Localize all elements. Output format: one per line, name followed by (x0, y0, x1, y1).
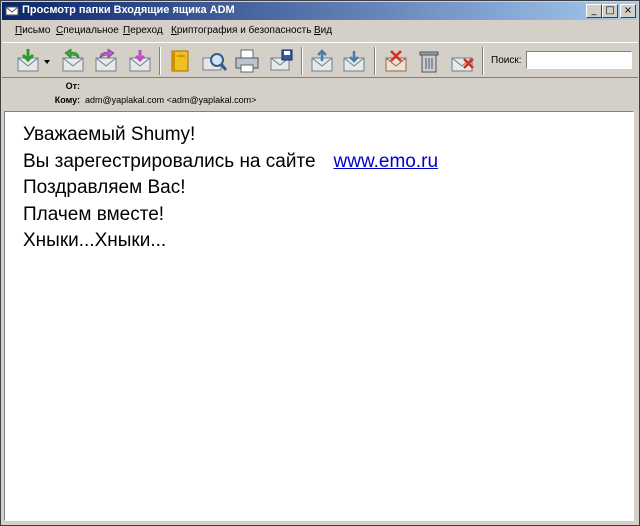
toolbar-separator (482, 47, 484, 75)
dropdown-arrow-icon[interactable] (42, 47, 52, 75)
search-mail-icon[interactable] (200, 47, 228, 75)
envelope-app-icon (5, 4, 19, 18)
not-junk-icon[interactable] (448, 47, 476, 75)
reply-icon[interactable] (59, 47, 87, 75)
print-icon[interactable] (233, 47, 261, 75)
get-mail-icon[interactable] (14, 47, 42, 75)
mark-junk-icon[interactable] (382, 47, 410, 75)
next-message-icon[interactable] (340, 47, 368, 75)
message-headers: От: Кому: adm@yaplakal.com <adm@yaplakal… (2, 79, 638, 109)
new-message-icon[interactable] (126, 47, 154, 75)
menu-go[interactable]: Переход (123, 25, 163, 36)
menu-letter[interactable]: Письмо (15, 25, 50, 36)
maximize-button[interactable]: □ (602, 4, 618, 18)
from-row: От: (2, 81, 638, 94)
title-bar[interactable]: Просмотр папки Входящие ящика ADM _ □ × (2, 2, 638, 20)
toolbar-separator (159, 47, 161, 75)
site-link[interactable]: www.emo.ru (334, 151, 439, 172)
close-button[interactable]: × (620, 4, 636, 18)
menu-special[interactable]: Специальное (56, 25, 119, 36)
save-icon[interactable] (267, 47, 295, 75)
message-line: Хныки...Хныки... (23, 230, 167, 251)
search-label: Поиск: (491, 55, 522, 66)
forward-icon[interactable] (92, 47, 120, 75)
toolbar-separator (301, 47, 303, 75)
toolbar-separator (374, 47, 376, 75)
message-line: Плачем вместе! (23, 203, 165, 225)
menu-view[interactable]: Вид (314, 25, 332, 36)
message-body: Уважаемый Shumy! Вы зарегестрировались н… (4, 111, 634, 521)
delete-icon[interactable] (415, 47, 443, 75)
mail-viewer-window: Просмотр папки Входящие ящика ADM _ □ × … (0, 0, 640, 526)
message-line: Поздравляем Вас! (23, 177, 186, 198)
message-line: Вы зарегестрировались на сайте www.emo.ru (23, 150, 439, 172)
address-book-icon[interactable] (166, 47, 194, 75)
menu-crypto-security[interactable]: Криптография и безопасность (171, 25, 311, 36)
window-title: Просмотр папки Входящие ящика ADM (22, 4, 235, 16)
to-row: Кому: adm@yaplakal.com <adm@yaplakal.com… (2, 95, 638, 108)
to-label: Кому: (54, 95, 80, 105)
to-value[interactable]: adm@yaplakal.com <adm@yaplakal.com> (85, 95, 256, 105)
search-input[interactable] (526, 51, 632, 69)
minimize-button[interactable]: _ (586, 4, 602, 18)
from-label: От: (65, 81, 80, 91)
toolbar: Поиск: (2, 42, 638, 78)
message-line: Уважаемый Shumy! (23, 124, 196, 145)
menu-bar: Письмо Специальное Переход Криптография … (2, 21, 638, 41)
message-text: Уважаемый Shumy! Вы зарегестрировались н… (23, 122, 438, 255)
previous-message-icon[interactable] (308, 47, 336, 75)
